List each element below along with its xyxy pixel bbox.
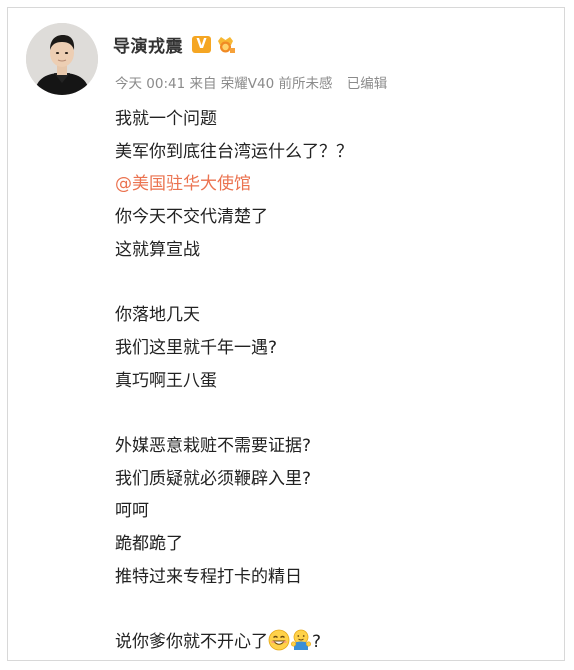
content-line: 呵呵 (115, 501, 149, 522)
post-content: 我就一个问题 美军你到底往台湾运什么了？？ @美国驻华大使馆 你今天不交代清楚了… (115, 103, 545, 659)
last-line-suffix: ? (312, 632, 322, 652)
author-name[interactable]: 导演戎震 (113, 32, 183, 57)
content-line: 我就一个问题 (115, 109, 217, 129)
verified-badge-icon: V (192, 35, 211, 53)
content-last-line: 说你爹你就不开心了 ? (115, 626, 545, 659)
content-line: 我们质疑就必须鞭辟入里? (115, 468, 312, 489)
content-line: 你落地几天 (115, 305, 200, 326)
content-line: 美军你到底往台湾运什么了？？ (115, 141, 353, 162)
last-line-text: 说你爹你就不开心了 (115, 632, 268, 652)
content-line: 你今天不交代清楚了 (115, 207, 268, 228)
avatar[interactable] (26, 23, 98, 95)
vip-member-icon (218, 37, 235, 53)
edited-label[interactable]: 已编辑 (347, 76, 388, 92)
content-line: 我们这里就千年一遇? (115, 337, 278, 358)
post-time[interactable]: 今天 00:41 (115, 76, 185, 92)
content-line: 推特过来专程打卡的精日 (115, 566, 302, 587)
author-row: 导演戎震 V (113, 30, 236, 58)
post-source: 来自 荣耀V40 前所未感 (189, 76, 333, 92)
mention-link[interactable]: @美国驻华大使馆 (115, 168, 545, 201)
content-line: 跪都跪了 (115, 533, 183, 554)
avatar-image (26, 23, 98, 95)
post-meta: 今天 00:41 来自 荣耀V40 前所未感 已编辑 (115, 72, 387, 92)
hug-emoji-icon (290, 629, 311, 650)
content-line: 真巧啊王八蛋 (115, 370, 217, 391)
content-line: 外媒恶意栽赃不需要证据? (115, 435, 312, 456)
smile-emoji-icon (268, 629, 290, 651)
content-line: 这就算宣战 (115, 239, 200, 260)
